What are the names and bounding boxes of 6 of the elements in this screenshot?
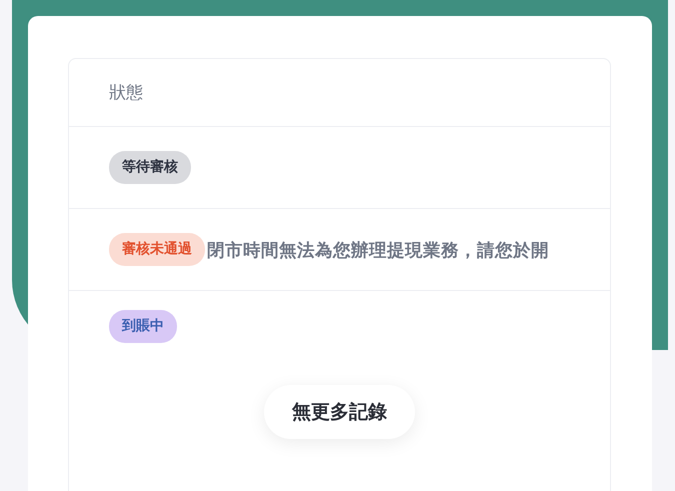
no-more-records-label: 無更多記錄 <box>264 385 415 439</box>
column-header: 狀態 <box>109 82 143 104</box>
status-badge: 審核未通過 <box>109 233 205 266</box>
status-note: 閉市時間無法為您辦理提現業務，請您於開 <box>207 240 549 262</box>
status-badge: 等待審核 <box>109 151 191 184</box>
status-badge: 到賬中 <box>109 310 177 342</box>
